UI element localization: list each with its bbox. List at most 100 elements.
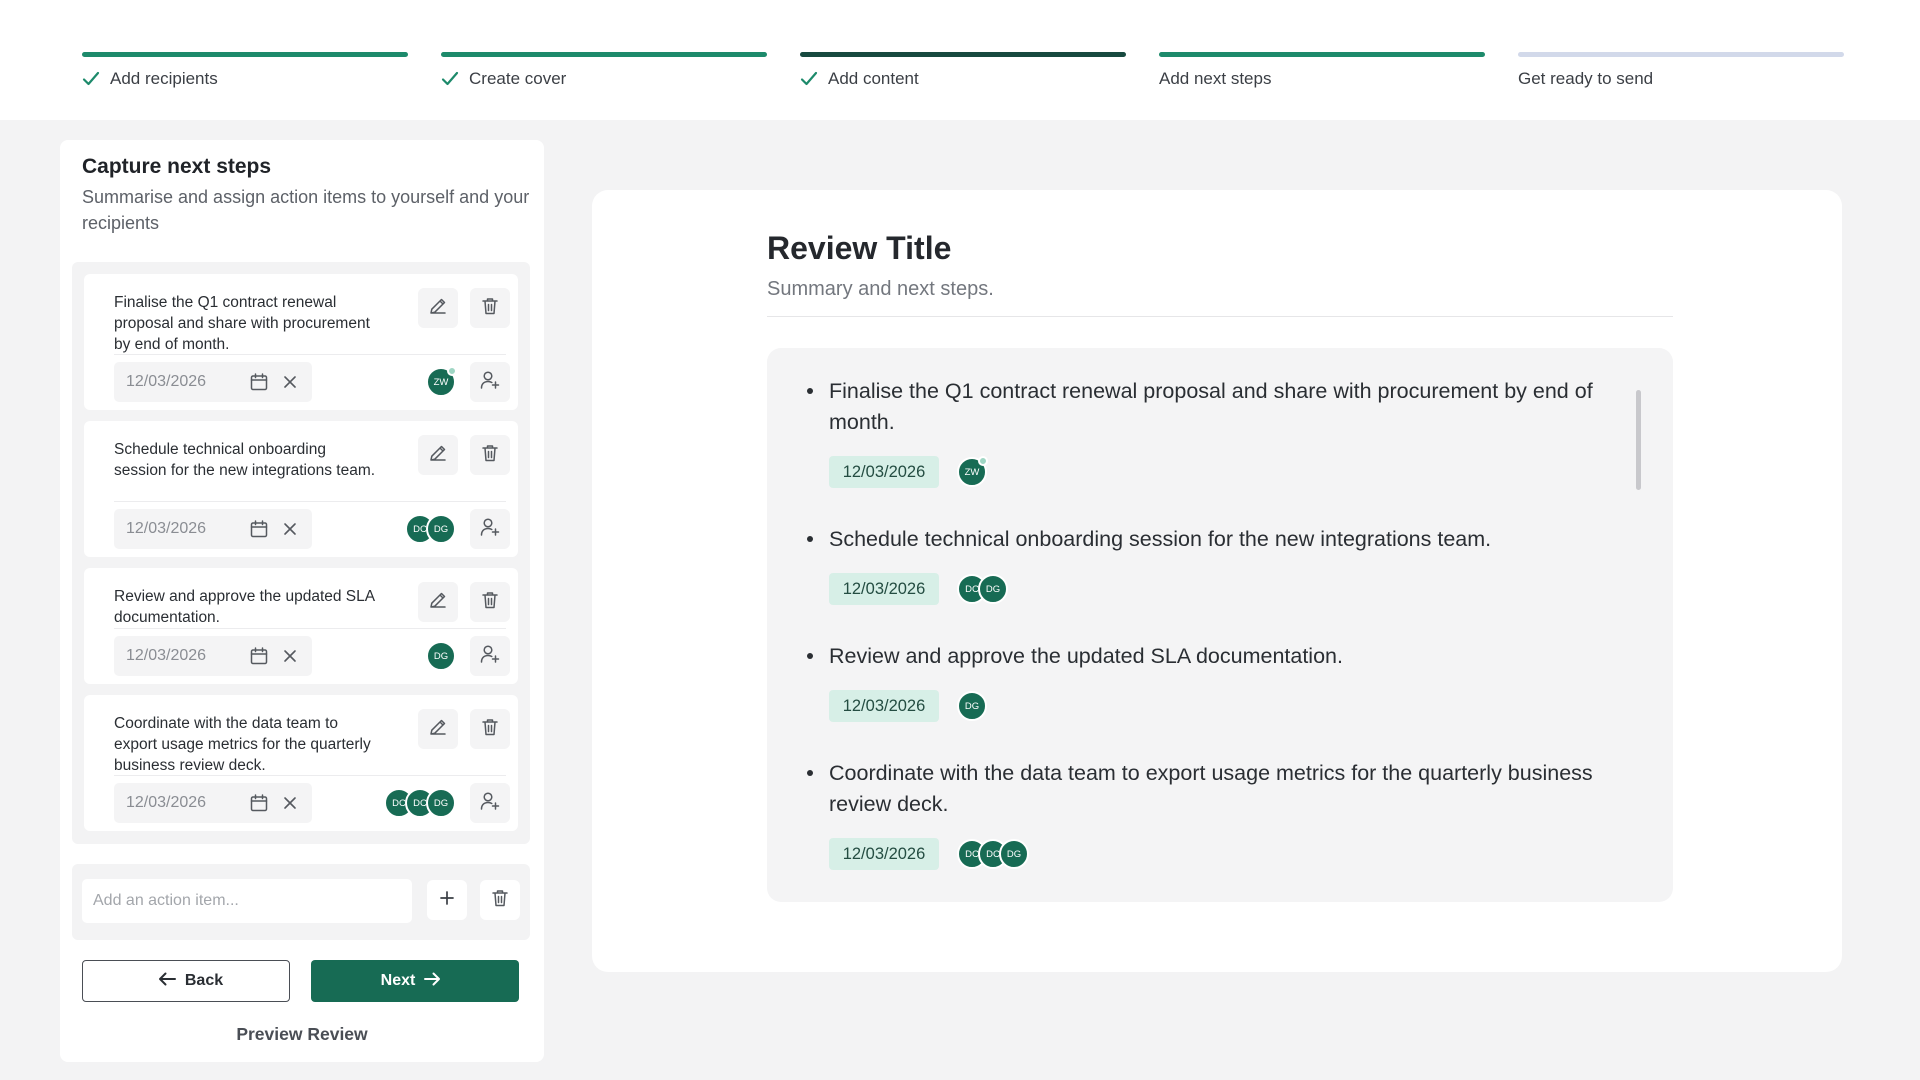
next-button-label: Next: [380, 972, 416, 989]
due-date-chip: 12/03/2026: [829, 456, 939, 488]
action-item-card: Review and approve the updated SLA docum…: [84, 568, 518, 684]
preview-title: Review Title: [767, 230, 952, 266]
assignee-avatars[interactable]: DC DC DG: [384, 788, 460, 818]
assign-user-button[interactable]: [470, 509, 510, 549]
assignee-avatars: ZW: [957, 456, 991, 487]
edit-button[interactable]: [418, 435, 458, 475]
assign-user-button[interactable]: [470, 362, 510, 402]
avatar-initials: DC: [392, 797, 406, 809]
delete-button[interactable]: [470, 709, 510, 749]
action-item-text: Coordinate with the data team to export …: [114, 715, 371, 774]
edit-button[interactable]: [418, 288, 458, 328]
pencil-icon: [428, 590, 448, 615]
panel-title: Capture next steps: [82, 155, 272, 178]
avatar-initials: DC: [965, 583, 979, 595]
step-add-recipients[interactable]: Add recipients: [82, 52, 408, 91]
x-icon[interactable]: [282, 648, 298, 669]
assignee-avatars: DC DC DG: [957, 839, 1033, 869]
preview-item-text: Coordinate with the data team to export …: [829, 761, 1593, 816]
pencil-icon: [428, 717, 448, 742]
due-date-chip: 12/03/2026: [829, 690, 939, 722]
action-item-text: Schedule technical onboarding session fo…: [114, 441, 376, 479]
assignee-avatars[interactable]: DC DG: [405, 514, 460, 544]
avatar-initials: DG: [433, 797, 449, 809]
edit-button[interactable]: [418, 709, 458, 749]
divider: [114, 628, 506, 629]
step-create-cover[interactable]: Create cover: [441, 52, 767, 91]
avatar-initials: DC: [413, 797, 427, 809]
scrollbar-thumb[interactable]: [1636, 390, 1641, 490]
assignee-avatars[interactable]: ZW: [426, 366, 460, 397]
action-items-list[interactable]: Finalise the Q1 contract renewal proposa…: [72, 262, 530, 844]
next-steps-panel: Capture next steps Summarise and assign …: [60, 140, 544, 1062]
preview-item-text: Schedule technical onboarding session fo…: [829, 527, 1492, 551]
plus-icon: [438, 889, 456, 912]
trash-icon: [480, 296, 500, 321]
divider: [114, 354, 506, 355]
avatar-initials: DC: [965, 848, 979, 860]
delete-button[interactable]: [470, 582, 510, 622]
panel-subtitle: Summarise and assign action items to you…: [82, 187, 530, 233]
avatar: DG: [957, 691, 987, 721]
avatar: ZW: [426, 366, 457, 397]
assignee-avatars[interactable]: DG: [426, 641, 460, 671]
back-button[interactable]: Back: [82, 960, 290, 1002]
step-label: Add recipients: [110, 69, 218, 88]
due-date-field[interactable]: 12/03/2026: [114, 509, 312, 549]
action-item-text: Review and approve the updated SLA docum…: [114, 588, 375, 626]
x-icon[interactable]: [282, 521, 298, 542]
avatar: ZW: [957, 456, 988, 487]
calendar-icon[interactable]: [249, 646, 269, 671]
due-date-value: 12/03/2026: [126, 520, 207, 537]
due-date-chip: 12/03/2026: [829, 838, 939, 870]
avatar: DG: [999, 839, 1029, 869]
pencil-icon: [428, 296, 448, 321]
step-label: Get ready to send: [1518, 69, 1654, 88]
avatar-initials: DG: [964, 700, 980, 712]
avatar-initials: DG: [433, 523, 449, 535]
bullet: [807, 770, 813, 776]
x-icon[interactable]: [282, 795, 298, 816]
calendar-icon[interactable]: [249, 793, 269, 818]
check-icon: [441, 68, 463, 90]
avatar-initials: ZW: [433, 376, 449, 388]
add-button[interactable]: [427, 880, 467, 920]
step-add-content[interactable]: Add content: [800, 52, 1126, 91]
pencil-icon: [428, 443, 448, 468]
assign-user-button[interactable]: [470, 636, 510, 676]
user-plus-icon: [479, 790, 501, 817]
due-date-field[interactable]: 12/03/2026: [114, 362, 312, 402]
preview-item-text: Finalise the Q1 contract renewal proposa…: [829, 379, 1593, 434]
avatar: DG: [426, 514, 456, 544]
avatar: DG: [978, 574, 1008, 604]
user-plus-icon: [479, 369, 501, 396]
step-progress-bar: [82, 52, 408, 57]
clear-input-button[interactable]: [480, 880, 520, 920]
assign-user-button[interactable]: [470, 783, 510, 823]
delete-button[interactable]: [470, 288, 510, 328]
calendar-icon[interactable]: [249, 519, 269, 544]
step-get-ready-to-send[interactable]: Get ready to send: [1518, 52, 1844, 91]
add-action-item-input[interactable]: [82, 879, 412, 923]
next-button[interactable]: Next: [311, 960, 519, 1002]
divider: [767, 316, 1673, 317]
divider: [114, 775, 506, 776]
user-plus-icon: [479, 643, 501, 670]
calendar-icon[interactable]: [249, 372, 269, 397]
due-date-chip: 12/03/2026: [829, 573, 939, 605]
trash-icon: [480, 590, 500, 615]
step-progress-bar: [441, 52, 767, 57]
delete-button[interactable]: [470, 435, 510, 475]
add-action-item-bar: [72, 864, 530, 940]
preview-review-link[interactable]: Preview Review: [60, 1024, 544, 1045]
due-date-field[interactable]: 12/03/2026: [114, 783, 312, 823]
edit-button[interactable]: [418, 582, 458, 622]
due-date-value: 12/03/2026: [126, 647, 207, 664]
avatar-initials: DG: [1006, 848, 1022, 860]
avatar-initials: DG: [433, 650, 449, 662]
due-date-field[interactable]: 12/03/2026: [114, 636, 312, 676]
x-icon[interactable]: [282, 374, 298, 395]
step-add-next-steps[interactable]: Add next steps: [1159, 52, 1485, 91]
preview-next-steps-list[interactable]: Finalise the Q1 contract renewal proposa…: [767, 348, 1673, 902]
review-preview: Review Title Summary and next steps. Fin…: [592, 190, 1842, 972]
